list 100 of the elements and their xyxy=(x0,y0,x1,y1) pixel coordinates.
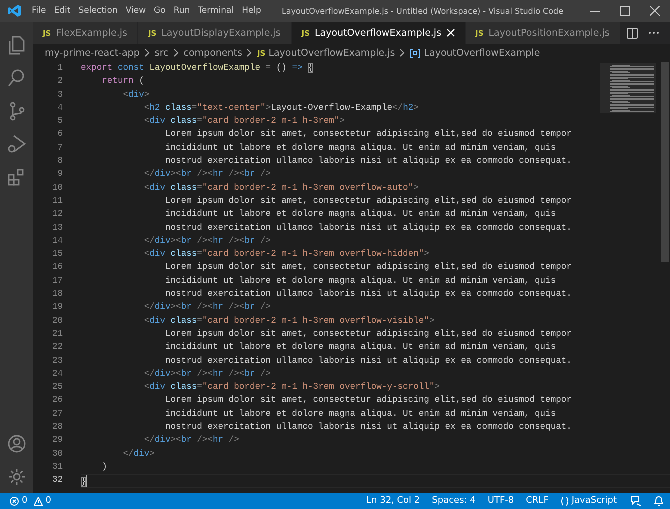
braces-icon xyxy=(560,496,569,506)
breadcrumb-item[interactable]: src xyxy=(154,48,169,58)
code-line: incididunt ut labore et dolore magna aliqua. Ut enim ad minim veniam, quis xyxy=(164,142,556,155)
status-item[interactable]: CRLF xyxy=(526,496,549,506)
code-line: </div><br /><hr /><br /> xyxy=(143,168,272,182)
breadcrumb-item[interactable]: components xyxy=(184,48,242,58)
extensions-icon[interactable] xyxy=(6,166,26,186)
code-line: nostrud exercitation ullamco laboris nisi ut aliquip ex ea commodo consequat. xyxy=(164,421,572,434)
code-line: nostrud exercitation ullamco laboris nisi ut aliquip ex ea commodo consequat. xyxy=(164,354,572,368)
scrollbar-thumb[interactable] xyxy=(661,62,669,262)
status-item[interactable]: Spaces: 4 xyxy=(432,496,476,506)
code-line: <h2 class="text-center">Layout-Overflow-Example</h2> xyxy=(143,102,419,115)
code-line: Lorem ipsum dolor sit amet, consectetur adipiscing elit,sed do eiusmod tempor xyxy=(164,394,572,408)
settings-icon[interactable] xyxy=(6,466,26,486)
bell-icon[interactable] xyxy=(654,496,664,506)
code-line: incididunt ut labore et dolore magna aliqua. Ut enim ad minim veniam, quis xyxy=(164,208,556,222)
close-icon xyxy=(650,6,660,16)
line-number: 2 xyxy=(56,75,63,88)
code-line: nostrud exercitation ullamco laboris nisi ut aliquip ex ea commodo consequat. xyxy=(164,288,572,302)
close-icon[interactable] xyxy=(446,29,455,37)
line-number: 1 xyxy=(56,62,63,75)
maximize-icon xyxy=(620,6,630,16)
code-line: <div class="card border-2 m-1 h-3rem"> xyxy=(143,115,345,128)
line-number: 21 xyxy=(51,328,63,341)
menu-item[interactable]: Run xyxy=(170,0,194,22)
code-line: ) xyxy=(101,460,108,474)
menu-item[interactable]: Selection xyxy=(74,0,122,22)
minimap-drawing xyxy=(600,63,656,115)
split-editor-icon[interactable] xyxy=(627,28,638,38)
line-number: 5 xyxy=(56,115,63,128)
line-number: 7 xyxy=(56,142,63,155)
warning-icon xyxy=(34,496,43,506)
line-number: 31 xyxy=(51,460,63,474)
window-title: LayoutOverflowExample.js - Untitled (Workspace) - Visual Studio Code xyxy=(280,6,565,16)
more-actions-icon[interactable] xyxy=(648,31,660,35)
code-line: <div> xyxy=(122,88,150,102)
line-number: 11 xyxy=(51,194,63,208)
line-number: 10 xyxy=(51,182,63,195)
line-number: 14 xyxy=(51,234,63,248)
feedback-icon[interactable] xyxy=(631,496,642,506)
line-number: 20 xyxy=(51,314,63,328)
account-icon[interactable] xyxy=(6,434,26,454)
search-icon[interactable] xyxy=(6,68,26,88)
code-line: nostrud exercitation ullamco laboris nisi ut aliquip ex ea commodo consequat. xyxy=(164,155,572,168)
run-debug-icon[interactable] xyxy=(6,134,26,154)
line-number: 25 xyxy=(51,381,63,394)
chevron-right-icon xyxy=(400,49,406,57)
line-number: 6 xyxy=(56,128,63,142)
line-number: 22 xyxy=(51,341,63,354)
code-line: Lorem ipsum dolor sit amet, consectetur adipiscing elit,sed do eiusmod tempor xyxy=(164,194,572,208)
line-number: 19 xyxy=(51,301,63,314)
symbol-icon xyxy=(410,48,422,58)
line-number: 30 xyxy=(51,448,63,461)
menu-item[interactable]: Go xyxy=(150,0,170,22)
code-line: </div><br /><hr /><br /> xyxy=(143,234,272,248)
error-icon xyxy=(10,496,19,506)
line-number: 26 xyxy=(51,394,63,408)
line-number: 16 xyxy=(51,261,63,274)
status-item[interactable]: Ln 32, Col 2 xyxy=(366,496,420,506)
line-number: 29 xyxy=(51,434,63,448)
line-number: 28 xyxy=(51,421,63,434)
line-number: 8 xyxy=(56,155,63,168)
vscode-logo-icon xyxy=(8,4,22,18)
line-number: 24 xyxy=(51,368,63,381)
line-number: 13 xyxy=(51,222,63,235)
code-line: incididunt ut labore et dolore magna aliqua. Ut enim ad minim veniam, quis xyxy=(164,408,556,421)
files-icon[interactable] xyxy=(6,34,26,54)
line-number: 3 xyxy=(56,88,63,102)
menu-item[interactable]: Edit xyxy=(50,0,75,22)
code-line: </div><br /><hr /><br /> xyxy=(143,368,272,381)
menu-item[interactable]: Terminal xyxy=(194,0,238,22)
code-line: Lorem ipsum dolor sit amet, consectetur adipiscing elit,sed do eiusmod tempor xyxy=(164,328,572,341)
line-number: 32 xyxy=(51,474,63,488)
chevron-right-icon xyxy=(247,49,252,57)
code-line: incididunt ut labore et dolore magna aliqua. Ut enim ad minim veniam, quis xyxy=(164,274,556,288)
line-number: 12 xyxy=(51,208,63,222)
code-line: <div class="card border-2 m-1 h-3rem overflow-auto"> xyxy=(143,182,419,195)
code-line: <div class="card border-2 m-1 h-3rem overflow-y-scroll"> xyxy=(143,381,440,394)
line-number: 17 xyxy=(51,274,63,288)
status-item[interactable]: UTF-8 xyxy=(488,496,514,506)
status-item[interactable]: JavaScript xyxy=(560,496,617,506)
line-number: 18 xyxy=(51,288,63,302)
code-line: </div><br /><hr /> xyxy=(143,434,240,448)
line-number: 15 xyxy=(51,248,63,262)
code-line: nostrud exercitation ullamco laboris nisi ut aliquip ex ea commodo consequat. xyxy=(164,222,572,235)
breadcrumb-item[interactable]: LayoutOverflowExample xyxy=(424,48,540,58)
menu-item[interactable]: View xyxy=(122,0,150,22)
line-number: 9 xyxy=(56,168,63,182)
breadcrumb-item[interactable]: my-prime-react-app xyxy=(45,48,140,58)
menu-item[interactable]: Help xyxy=(238,0,266,22)
code-line: </div><br /><hr /><br /> xyxy=(143,301,272,314)
problems-indicator[interactable]: 0 0 xyxy=(10,496,52,506)
code-line: Lorem ipsum dolor sit amet, consectetur adipiscing elit,sed do eiusmod tempor xyxy=(164,128,572,142)
code-line: </div> xyxy=(122,448,155,461)
chevron-right-icon xyxy=(174,49,179,57)
menu-item[interactable]: File xyxy=(28,0,50,22)
code-line: Lorem ipsum dolor sit amet, consectetur adipiscing elit,sed do eiusmod tempor xyxy=(164,261,572,274)
line-number: 23 xyxy=(51,354,63,368)
code-line: incididunt ut labore et dolore magna aliqua. Ut enim ad minim veniam, quis xyxy=(164,341,556,354)
line-number: 27 xyxy=(51,408,63,421)
